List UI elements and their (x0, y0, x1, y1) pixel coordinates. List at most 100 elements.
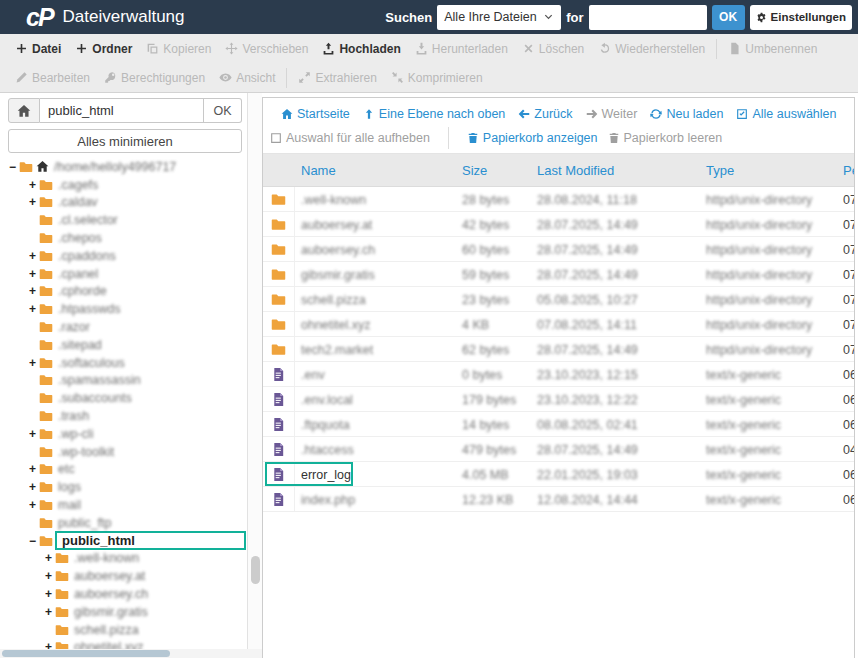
file-row-htaccess[interactable]: .htaccess479 bytes28.07.2025, 14:49text/… (263, 437, 854, 462)
column-header-permissions[interactable]: Permissions (835, 163, 855, 178)
nav-link-zur-ck[interactable]: Zurück (518, 107, 572, 121)
file-row-error-log[interactable]: error_log4.05 MB22.01.2025, 19:03text/x-… (263, 462, 854, 487)
file-permissions: 0755 (843, 293, 855, 307)
plus-expander-icon[interactable]: + (26, 427, 39, 441)
column-header-last-modified[interactable]: Last Modified (525, 163, 700, 178)
tree-item-logs[interactable]: +logs (0, 478, 247, 496)
tree-item-cpaddons[interactable]: +.cpaddons (0, 247, 247, 265)
file-row-auboersey-at[interactable]: auboersey.at42 bytes28.07.2025, 14:49htt… (263, 212, 854, 237)
file-row-index-php[interactable]: index.php12.23 KB12.08.2024, 14:44text/x… (263, 487, 854, 512)
tree-item-auboersey-ch[interactable]: +auboersey.ch (0, 585, 247, 603)
plus-expander-icon[interactable]: + (26, 178, 39, 192)
toolbar-button-herunterladen[interactable]: Herunterladen (408, 34, 515, 63)
tree-item-caldav[interactable]: +.caldav (0, 194, 247, 212)
tree-item-home-helloly4996717[interactable]: −/home/helloly4996717 (0, 158, 247, 176)
tree-item-etc[interactable]: +etc (0, 461, 247, 479)
collapse-all-button[interactable]: Alles minimieren (8, 129, 242, 153)
tree-item-htpasswds[interactable]: +.htpasswds (0, 300, 247, 318)
nav-link-neu-laden[interactable]: Neu laden (650, 107, 723, 121)
nav-link-startseite[interactable]: Startseite (281, 107, 350, 121)
tree-item-trash[interactable]: .trash (0, 407, 247, 425)
home-button[interactable] (8, 98, 40, 123)
plus-expander-icon[interactable]: + (42, 551, 55, 565)
search-scope-select[interactable]: Alle Ihre Dateien (437, 5, 561, 30)
toolbar-button-kopieren[interactable]: Kopieren (139, 34, 218, 63)
search-ok-button[interactable]: OK (712, 5, 745, 30)
tree-item-mail[interactable]: +mail (0, 496, 247, 514)
plus-expander-icon[interactable]: + (26, 249, 39, 263)
toolbar-button-datei[interactable]: Datei (8, 34, 68, 63)
file-row-ftpquota[interactable]: .ftpquota14 bytes08.08.2025, 02:41text/x… (263, 412, 854, 437)
plus-expander-icon[interactable]: + (26, 480, 39, 494)
nav-link-auswahl-f-r-alle-aufheben[interactable]: Auswahl für alle aufheben (270, 131, 430, 145)
tree-item-auboersey-at[interactable]: +auboersey.at (0, 567, 247, 585)
toolbar-button-bearbeiten[interactable]: Bearbeiten (8, 63, 97, 92)
toolbar-button-berechtigungen[interactable]: Berechtigungen (97, 63, 212, 92)
plus-expander-icon[interactable]: + (42, 587, 55, 601)
tree-item-gibsmir-gratis[interactable]: +gibsmir.gratis (0, 603, 247, 621)
tree-item-cpanel[interactable]: +.cpanel (0, 265, 247, 283)
toolbar-button-extrahieren[interactable]: Extrahieren (291, 63, 383, 92)
plus-expander-icon[interactable]: + (26, 195, 39, 209)
file-row-well-known[interactable]: .well-known28 bytes28.08.2024, 11:18http… (263, 187, 854, 212)
toolbar-button-wiederherstellen[interactable]: Wiederherstellen (591, 34, 712, 63)
plus-expander-icon[interactable]: + (26, 498, 39, 512)
file-row-ohnetitel-xyz[interactable]: ohnetitel.xyz4 KB07.08.2025, 14:11httpd/… (263, 312, 854, 337)
tree-item-wp-toolkit[interactable]: .wp-toolkit (0, 443, 247, 461)
plus-expander-icon[interactable]: + (26, 302, 39, 316)
path-ok-button[interactable]: OK (204, 98, 242, 123)
horizontal-scrollbar-thumb[interactable] (2, 650, 170, 657)
toolbar-button-umbenennen[interactable]: Umbenennen (721, 34, 824, 63)
nav-link-alle-ausw-hlen[interactable]: Alle auswählen (736, 107, 836, 121)
minus-expander-icon[interactable]: − (26, 534, 39, 548)
toolbar-button-l-schen[interactable]: Löschen (515, 34, 591, 63)
toolbar-button-ordner[interactable]: Ordner (68, 34, 139, 63)
selected-tree-item-box[interactable]: public_html (55, 531, 246, 550)
tree-item-subaccounts[interactable]: .subaccounts (0, 389, 247, 407)
file-row-schell-pizza[interactable]: schell.pizza23 bytes05.08.2025, 10:27htt… (263, 287, 854, 312)
plus-expander-icon[interactable]: + (42, 640, 55, 649)
tree-item-wp-cli[interactable]: +.wp-cli (0, 425, 247, 443)
tree-item-public-html[interactable]: − public_html (0, 532, 247, 550)
nav-link-eine-ebene-nach-oben[interactable]: Eine Ebene nach oben (363, 107, 506, 121)
tree-item-cphorde[interactable]: +.cphorde (0, 283, 247, 301)
tree-item-spamassassin[interactable]: .spamassassin (0, 372, 247, 390)
column-header-name[interactable]: Name (295, 163, 458, 178)
nav-link-papierkorb-leeren[interactable]: Papierkorb leeren (608, 131, 723, 145)
plus-expander-icon[interactable]: + (42, 605, 55, 619)
plus-expander-icon[interactable]: + (26, 267, 39, 281)
tree-item-well-known[interactable]: +.well-known (0, 550, 247, 568)
tree-item-cl-selector[interactable]: .cl.selector (0, 211, 247, 229)
tree-item-cagefs[interactable]: +.cagefs (0, 176, 247, 194)
tree-item-schell-pizza[interactable]: schell.pizza (0, 621, 247, 639)
plus-expander-icon[interactable]: + (42, 569, 55, 583)
toolbar-button-komprimieren[interactable]: Komprimieren (384, 63, 490, 92)
path-input[interactable] (40, 98, 204, 123)
toolbar-button-hochladen[interactable]: Hochladen (315, 34, 407, 63)
tree-item-public-ftp[interactable]: public_ftp (0, 514, 247, 532)
column-header-type[interactable]: Type (700, 163, 835, 178)
minus-expander-icon[interactable]: − (6, 160, 19, 174)
file-row-env[interactable]: .env0 bytes23.10.2023, 12:15text/x-gener… (263, 362, 854, 387)
tree-item-chepos[interactable]: .chepos (0, 229, 247, 247)
tree-item-razor[interactable]: .razor (0, 318, 247, 336)
toolbar-button-label: Bearbeiten (32, 71, 90, 85)
search-input[interactable] (589, 5, 707, 30)
toolbar-button-verschieben[interactable]: Verschieben (218, 34, 315, 63)
tree-scrollbar-thumb[interactable] (251, 556, 260, 584)
plus-expander-icon[interactable]: + (26, 356, 39, 370)
file-row-tech2-market[interactable]: tech2.market62 bytes28.07.2025, 14:49htt… (263, 337, 854, 362)
column-header-size[interactable]: Size (458, 163, 525, 178)
settings-button[interactable]: Einstellungen (750, 5, 852, 30)
nav-link-weiter[interactable]: Weiter (586, 107, 638, 121)
tree-item-softaculous[interactable]: +.softaculous (0, 354, 247, 372)
plus-expander-icon[interactable]: + (26, 284, 39, 298)
nav-link-papierkorb-anzeigen[interactable]: Papierkorb anzeigen (467, 131, 598, 145)
tree-item-ohnetitel-xyz[interactable]: +ohnetitel.xyz (0, 639, 247, 649)
file-row-auboersey-ch[interactable]: auboersey.ch60 bytes28.07.2025, 14:49htt… (263, 237, 854, 262)
file-row-env-local[interactable]: .env.local179 bytes23.10.2023, 12:22text… (263, 387, 854, 412)
toolbar-button-ansicht[interactable]: Ansicht (212, 63, 282, 92)
plus-expander-icon[interactable]: + (26, 462, 39, 476)
file-row-gibsmir-gratis[interactable]: gibsmir.gratis59 bytes28.07.2025, 14:49h… (263, 262, 854, 287)
tree-item-sitepad[interactable]: .sitepad (0, 336, 247, 354)
